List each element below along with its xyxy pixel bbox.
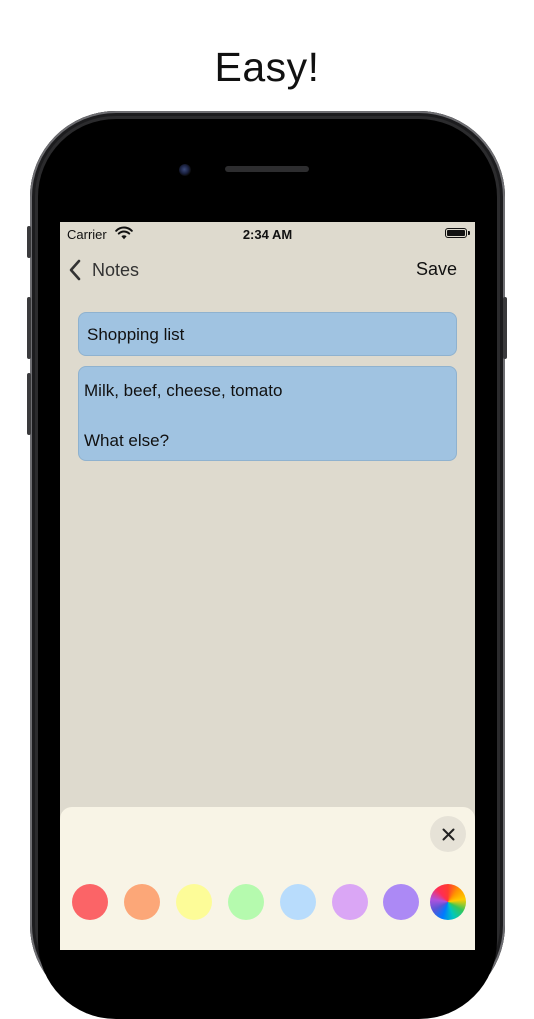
power-button	[503, 297, 507, 359]
note-body-field[interactable]: Milk, beef, cheese, tomato What else?	[78, 366, 457, 461]
app-screen: Carrier 2:34 AM Notes Save Shopping list…	[60, 222, 475, 950]
color-wheel-icon[interactable]	[430, 884, 466, 920]
headline: Easy!	[214, 44, 320, 90]
note-body-line	[84, 403, 451, 428]
note-body-line: Milk, beef, cheese, tomato	[84, 381, 283, 400]
note-body-line: What else?	[84, 431, 170, 450]
color-swatch-lilac[interactable]	[332, 884, 368, 920]
clock: 2:34 AM	[242, 227, 293, 242]
back-button[interactable]: Notes	[68, 257, 139, 283]
color-swatch-blue[interactable]	[280, 884, 316, 920]
note-title-field[interactable]: Shopping list	[78, 312, 457, 356]
chevron-left-icon	[69, 259, 81, 281]
color-picker-sheet	[60, 807, 475, 950]
color-swatch-yellow[interactable]	[176, 884, 212, 920]
battery-icon	[445, 228, 467, 238]
volume-down-button	[27, 373, 31, 435]
color-swatch-red[interactable]	[72, 884, 108, 920]
save-button[interactable]: Save	[416, 259, 457, 280]
mute-switch	[27, 226, 31, 258]
close-icon	[442, 828, 454, 840]
back-label: Notes	[92, 259, 140, 280]
status-bar: Carrier 2:34 AM	[60, 222, 475, 246]
navigation-bar: Notes Save	[60, 252, 475, 288]
color-swatch-green[interactable]	[228, 884, 264, 920]
front-camera	[179, 164, 191, 176]
close-button[interactable]	[430, 816, 466, 852]
earpiece-speaker	[225, 166, 309, 172]
volume-up-button	[27, 297, 31, 359]
color-swatch-orange[interactable]	[124, 884, 160, 920]
battery-cap	[468, 231, 470, 235]
color-swatch-purple[interactable]	[383, 884, 419, 920]
